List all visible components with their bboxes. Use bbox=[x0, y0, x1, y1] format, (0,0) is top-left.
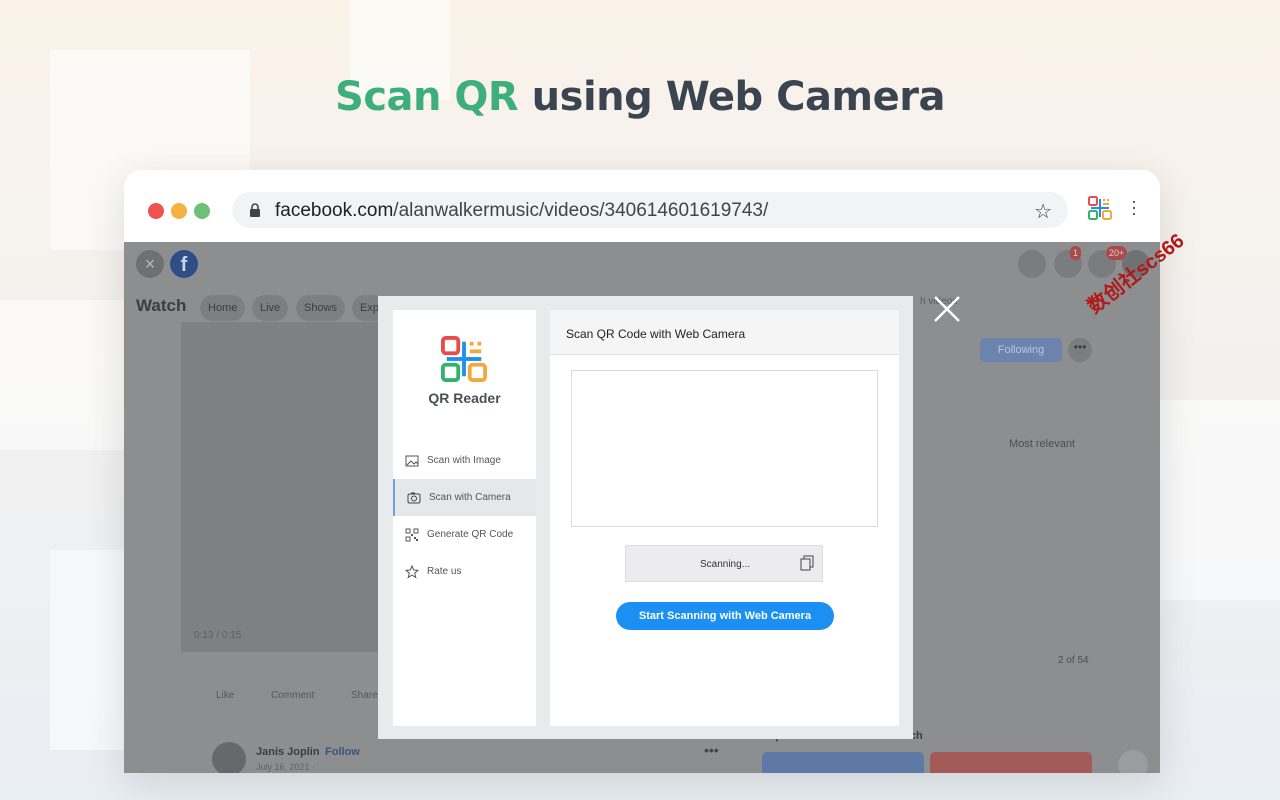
sort-most-relevant[interactable]: Most relevant bbox=[1009, 438, 1075, 450]
app-name: QR Reader bbox=[428, 390, 501, 406]
url-text: facebook.com/alanwalkermusic/videos/3406… bbox=[275, 200, 768, 222]
window-minimize-dot[interactable] bbox=[171, 203, 187, 219]
explore-card[interactable] bbox=[762, 752, 924, 773]
comment-button[interactable]: Comment bbox=[271, 690, 314, 701]
camera-preview bbox=[571, 370, 878, 527]
url-domain: facebook.com bbox=[275, 200, 394, 221]
share-button[interactable]: Share bbox=[351, 690, 378, 701]
browser-window: facebook.com/alanwalkermusic/videos/3406… bbox=[124, 170, 1160, 773]
nav-label: Rate us bbox=[427, 566, 462, 577]
nav-scan-with-camera[interactable]: Scan with Camera bbox=[393, 479, 536, 516]
explore-card[interactable] bbox=[930, 752, 1092, 773]
comment-pager: 2 of 54 bbox=[1058, 655, 1089, 666]
background-shape bbox=[50, 550, 124, 750]
following-button[interactable]: Following bbox=[980, 338, 1062, 362]
fb-nav-home[interactable]: Home bbox=[200, 295, 246, 321]
browser-toolbar: facebook.com/alanwalkermusic/videos/3406… bbox=[124, 170, 1160, 242]
facebook-topbar: × f 1 20+ bbox=[124, 242, 1160, 290]
nav-generate-qr-code[interactable]: Generate QR Code bbox=[393, 516, 536, 553]
bookmark-star-icon[interactable]: ☆ bbox=[1034, 199, 1052, 224]
nav-scan-with-image[interactable]: Scan with Image bbox=[393, 442, 536, 479]
facebook-logo-icon[interactable]: f bbox=[170, 250, 198, 278]
address-bar[interactable]: facebook.com/alanwalkermusic/videos/3406… bbox=[232, 192, 1068, 228]
qr-sidebar: QR Reader Scan with Image Scan with Came… bbox=[393, 310, 536, 726]
window-close-dot[interactable] bbox=[148, 203, 164, 219]
headline-rest: using Web Camera bbox=[531, 74, 946, 120]
fb-close-icon[interactable]: × bbox=[136, 250, 164, 278]
window-maximize-dot[interactable] bbox=[194, 203, 210, 219]
qr-reader-modal: QR Reader Scan with Image Scan with Came… bbox=[378, 296, 913, 739]
scan-panel: Scan QR Code with Web Camera Scanning...… bbox=[550, 310, 899, 726]
scan-result-field[interactable]: Scanning... bbox=[625, 545, 823, 582]
camera-icon bbox=[407, 492, 421, 504]
star-icon bbox=[405, 565, 419, 579]
panel-header: Scan QR Code with Web Camera bbox=[550, 310, 899, 355]
url-path: /alanwalkermusic/videos/340614601619743/ bbox=[393, 200, 769, 221]
browser-menu-icon[interactable]: · · · bbox=[1130, 192, 1138, 222]
nav-label: Scan with Camera bbox=[429, 492, 511, 503]
facebook-page: × f 1 20+ Watch Home Live Shows Exp h vi… bbox=[124, 242, 1160, 773]
post-more-icon[interactable]: ••• bbox=[704, 742, 719, 758]
like-button[interactable]: Like bbox=[216, 690, 234, 701]
qr-reader-logo-icon bbox=[441, 336, 487, 382]
nav-label: Generate QR Code bbox=[427, 529, 514, 540]
fb-compose-icon[interactable] bbox=[1118, 750, 1148, 773]
video-time: 0:13 / 0:15 bbox=[194, 630, 242, 641]
lock-icon bbox=[250, 203, 260, 217]
copy-icon[interactable] bbox=[800, 555, 814, 571]
fb-menu-icon[interactable] bbox=[1018, 250, 1046, 278]
commenter-follow-link[interactable]: Follow bbox=[325, 746, 360, 758]
qr-code-icon bbox=[405, 528, 419, 542]
background-shape bbox=[1160, 400, 1280, 600]
page-title: Scan QR using Web Camera bbox=[0, 74, 1280, 120]
qr-reader-extension-icon[interactable] bbox=[1088, 196, 1112, 220]
headline-accent: Scan QR bbox=[335, 74, 519, 120]
following-more-icon[interactable]: ••• bbox=[1068, 338, 1092, 362]
scan-status: Scanning... bbox=[699, 559, 751, 570]
messenger-badge: 1 bbox=[1070, 246, 1082, 260]
image-icon bbox=[405, 455, 419, 467]
start-scanning-button[interactable]: Start Scanning with Web Camera bbox=[616, 602, 834, 630]
watch-title: Watch bbox=[136, 296, 187, 315]
nav-rate-us[interactable]: Rate us bbox=[393, 553, 536, 590]
commenter-date: July 16, 2021 · bbox=[256, 762, 316, 772]
close-modal-icon[interactable] bbox=[932, 294, 962, 324]
commenter-avatar[interactable] bbox=[212, 742, 246, 773]
video-player[interactable] bbox=[181, 322, 381, 652]
nav-label: Scan with Image bbox=[427, 455, 501, 466]
fb-nav-live[interactable]: Live bbox=[252, 295, 289, 321]
background-shape bbox=[0, 300, 124, 450]
commenter-name[interactable]: Janis Joplin bbox=[256, 746, 320, 758]
panel-title: Scan QR Code with Web Camera bbox=[566, 327, 746, 341]
fb-nav-shows[interactable]: Shows bbox=[296, 295, 346, 321]
